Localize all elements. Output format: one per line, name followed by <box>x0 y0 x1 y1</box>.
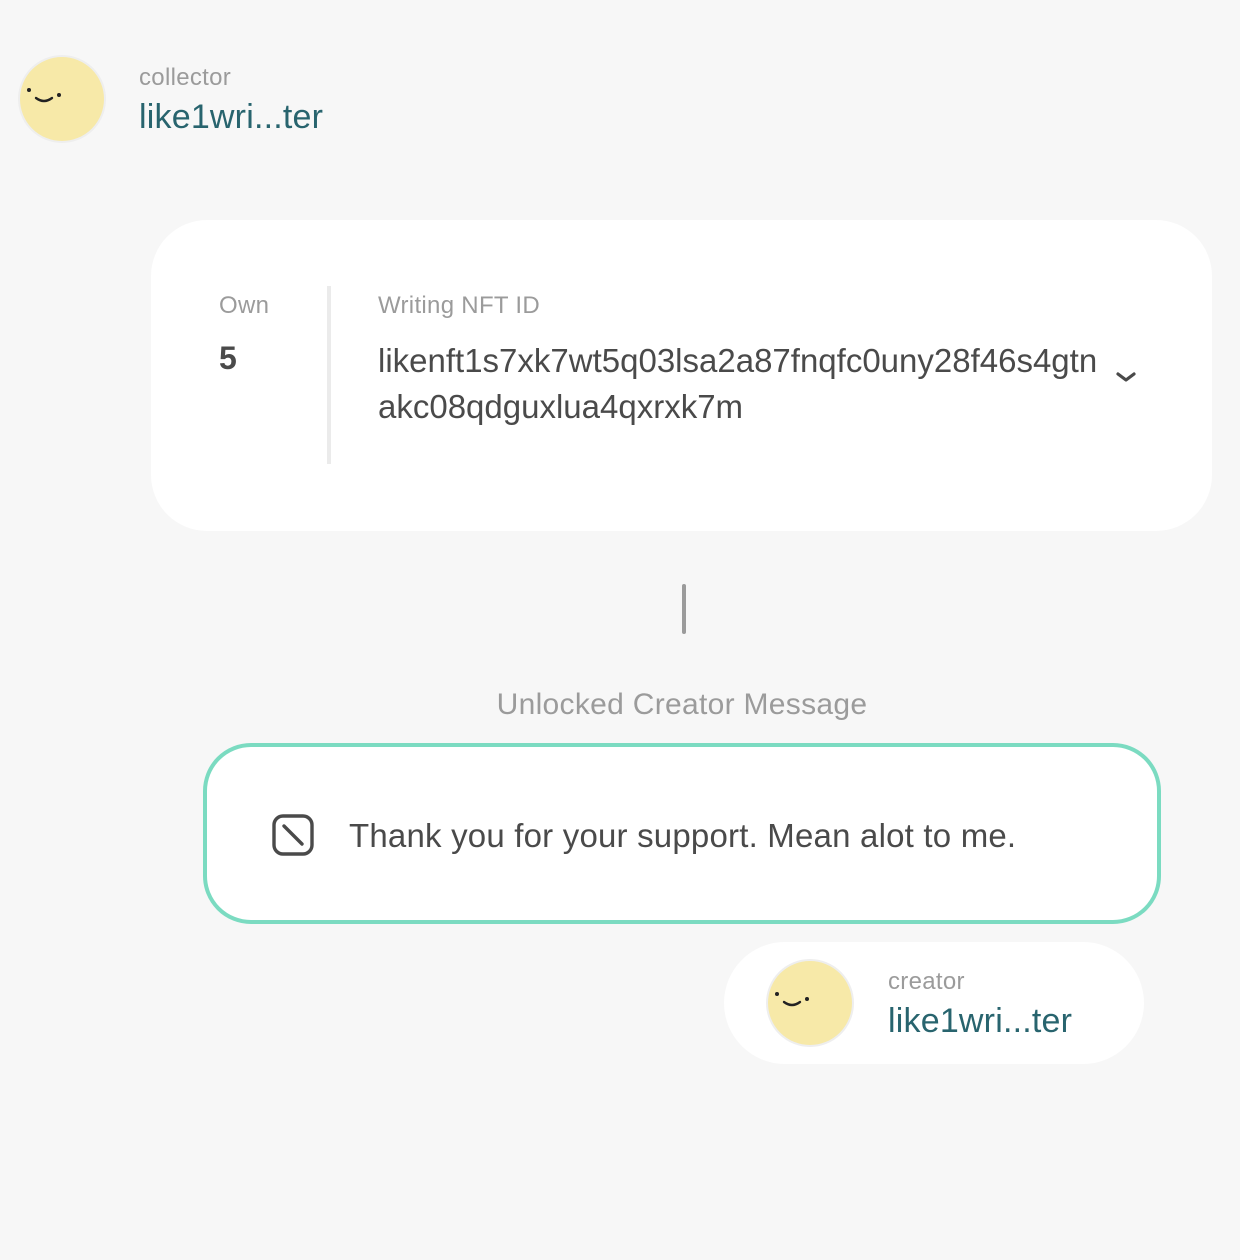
smiley-face-icon <box>775 992 809 1007</box>
nft-id-value: likenft1s7xk7wt5q03lsa2a87fnqfc0uny28f46… <box>378 342 1098 425</box>
own-label: Own <box>219 292 270 319</box>
no-sign-icon <box>271 813 315 857</box>
expand-nft-button[interactable] <box>1109 360 1143 394</box>
creator-avatar[interactable] <box>766 959 854 1047</box>
creator-badge[interactable]: creator like1wri...ter <box>724 942 1144 1064</box>
creator-message-box: Thank you for your support. Mean alot to… <box>203 743 1161 924</box>
nft-ownership-card: Own 5 Writing NFT ID likenft1s7xk7wt5q03… <box>151 220 1212 531</box>
smiley-face-icon <box>27 88 61 103</box>
chevron-down-icon <box>1116 372 1136 382</box>
creator-role-label: creator <box>888 968 965 995</box>
card-divider <box>327 286 331 464</box>
collector-name-link[interactable]: like1wri...ter <box>139 98 323 137</box>
collector-avatar[interactable] <box>18 55 106 143</box>
connector-line <box>682 584 686 634</box>
unlocked-message-title: Unlocked Creator Message <box>496 688 868 721</box>
creator-message-text: Thank you for your support. Mean alot to… <box>349 817 1017 854</box>
collector-role-label: collector <box>139 64 232 91</box>
nft-id-label: Writing NFT ID <box>378 292 540 319</box>
own-count: 5 <box>219 340 237 376</box>
creator-name-link[interactable]: like1wri...ter <box>888 1002 1072 1041</box>
